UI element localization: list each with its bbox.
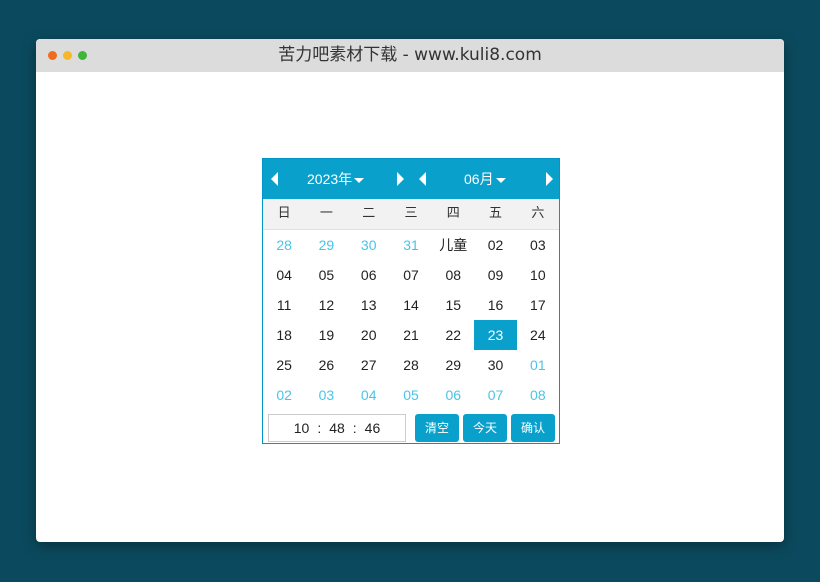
day-cell[interactable]: 07: [474, 380, 516, 410]
day-cell[interactable]: 10: [517, 260, 559, 290]
day-cell[interactable]: 21: [390, 320, 432, 350]
year-label: 2023年: [307, 171, 353, 187]
day-cell[interactable]: 06: [432, 380, 474, 410]
day-cell[interactable]: 30: [474, 350, 516, 380]
month-select[interactable]: 06月: [464, 159, 506, 199]
day-cell[interactable]: 16: [474, 290, 516, 320]
month-label: 06月: [464, 171, 494, 187]
weekday-label: 四: [446, 206, 460, 221]
time-separator: :: [317, 420, 322, 436]
day-cell[interactable]: 07: [390, 260, 432, 290]
day-cell[interactable]: 15: [432, 290, 474, 320]
day-cell[interactable]: 02: [474, 230, 516, 260]
day-cell[interactable]: 28: [390, 350, 432, 380]
weekday-label: 五: [489, 206, 503, 221]
day-cell[interactable]: 17: [517, 290, 559, 320]
next-month-icon[interactable]: [546, 172, 553, 186]
day-grid: 28 29 30 31 儿童 02 03 04 05 06 07 08 09 10 11 12 13 14 15 16…: [263, 230, 559, 410]
day-cell[interactable]: 08: [517, 380, 559, 410]
day-cell[interactable]: 04: [263, 260, 305, 290]
weekday-label: 一: [319, 206, 333, 221]
day-cell[interactable]: 04: [348, 380, 390, 410]
day-cell[interactable]: 11: [263, 290, 305, 320]
day-cell[interactable]: 01: [517, 350, 559, 380]
today-button[interactable]: 今天: [463, 414, 507, 442]
day-cell[interactable]: 12: [305, 290, 347, 320]
year-caret-icon: [354, 177, 365, 183]
prev-year-icon[interactable]: [271, 172, 278, 186]
weekday-label: 六: [531, 206, 545, 221]
weekday-label: 日: [277, 206, 291, 221]
day-cell[interactable]: 18: [263, 320, 305, 350]
day-cell[interactable]: 03: [305, 380, 347, 410]
prev-month-icon[interactable]: [419, 172, 426, 186]
day-cell[interactable]: 儿童: [432, 230, 474, 260]
day-cell[interactable]: 13: [348, 290, 390, 320]
clear-button[interactable]: 清空: [415, 414, 459, 442]
day-cell[interactable]: 08: [432, 260, 474, 290]
day-cell[interactable]: 31: [390, 230, 432, 260]
day-cell[interactable]: 03: [517, 230, 559, 260]
weekday-label: 二: [362, 206, 376, 221]
month-caret-icon: [495, 177, 506, 183]
day-cell[interactable]: 05: [390, 380, 432, 410]
title-bar: 苦力吧素材下载 - www.kuli8.com: [36, 39, 784, 72]
day-cell[interactable]: 29: [432, 350, 474, 380]
browser-window: 苦力吧素材下载 - www.kuli8.com 2023年 06月 日 一 二 …: [36, 39, 784, 542]
time-input[interactable]: 10 : 48 : 46: [268, 414, 406, 442]
day-cell[interactable]: 19: [305, 320, 347, 350]
day-cell[interactable]: 14: [390, 290, 432, 320]
time-separator: :: [352, 420, 357, 436]
day-cell[interactable]: 02: [263, 380, 305, 410]
date-picker: 2023年 06月 日 一 二 三 四 五 六 28 29 30 31 儿童 02 03 04…: [262, 158, 560, 444]
calendar-header: 2023年 06月: [263, 159, 559, 199]
day-cell[interactable]: 25: [263, 350, 305, 380]
year-select[interactable]: 2023年: [307, 159, 365, 199]
day-cell[interactable]: 22: [432, 320, 474, 350]
day-cell[interactable]: 20: [348, 320, 390, 350]
calendar-footer: 10 : 48 : 46 清空 今天 确认: [263, 414, 559, 448]
day-cell[interactable]: 29: [305, 230, 347, 260]
day-cell[interactable]: 06: [348, 260, 390, 290]
day-cell[interactable]: 27: [348, 350, 390, 380]
day-cell[interactable]: 05: [305, 260, 347, 290]
day-cell-selected[interactable]: 23: [474, 320, 517, 350]
weekday-label: 三: [404, 206, 418, 221]
day-cell[interactable]: 24: [517, 320, 559, 350]
minute-field[interactable]: 48: [325, 420, 349, 436]
day-cell[interactable]: 26: [305, 350, 347, 380]
weekday-header: 日 一 二 三 四 五 六: [263, 199, 559, 230]
next-year-icon[interactable]: [397, 172, 404, 186]
second-field[interactable]: 46: [361, 420, 385, 436]
window-title: 苦力吧素材下载 - www.kuli8.com: [278, 45, 542, 65]
confirm-button[interactable]: 确认: [511, 414, 555, 442]
day-cell[interactable]: 30: [348, 230, 390, 260]
day-cell[interactable]: 09: [474, 260, 516, 290]
hour-field[interactable]: 10: [290, 420, 314, 436]
day-cell[interactable]: 28: [263, 230, 305, 260]
